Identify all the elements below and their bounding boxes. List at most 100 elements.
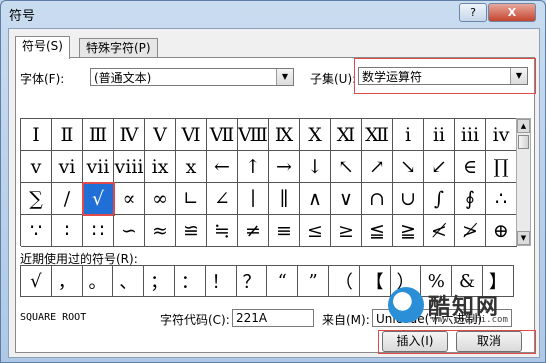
symbol-cell[interactable]: ⅶ: [83, 151, 114, 183]
symbol-cell[interactable]: ∕: [52, 183, 83, 215]
symbol-cell[interactable]: ≥: [331, 215, 362, 247]
help-button[interactable]: ?: [459, 3, 487, 22]
tab-special-characters[interactable]: 特殊字符(P): [79, 38, 158, 58]
watermark-logo-icon: [388, 287, 424, 323]
recent-symbol-cell[interactable]: ！: [206, 266, 237, 296]
font-select[interactable]: (普通文本) ▼: [90, 68, 294, 86]
symbol-cell[interactable]: ⅴ: [21, 151, 52, 183]
symbol-cell[interactable]: ∧: [300, 183, 331, 215]
symbol-cell[interactable]: ←: [207, 151, 238, 183]
symbol-cell[interactable]: ≒: [207, 215, 238, 247]
symbol-cell[interactable]: ∵: [21, 215, 52, 247]
symbol-cell[interactable]: ≧: [393, 215, 424, 247]
symbol-cell[interactable]: ∏: [486, 151, 517, 183]
symbol-cell[interactable]: ≈: [145, 215, 176, 247]
symbol-cell[interactable]: ≯: [455, 215, 486, 247]
symbol-cell[interactable]: ∨: [331, 183, 362, 215]
symbol-cell[interactable]: ≡: [269, 215, 300, 247]
symbol-cell[interactable]: ∥: [269, 183, 300, 215]
symbol-cell[interactable]: ∶: [52, 215, 83, 247]
recent-symbol-cell[interactable]: ”: [298, 266, 329, 296]
symbol-cell[interactable]: ↓: [300, 151, 331, 183]
close-button[interactable]: X: [488, 3, 536, 22]
font-value: (普通文本): [94, 71, 152, 85]
recent-symbol-cell[interactable]: √: [21, 266, 52, 296]
subset-label: 子集(U):: [310, 72, 357, 86]
symbol-cell[interactable]: Ⅹ: [300, 119, 331, 151]
symbol-cell[interactable]: ∑: [21, 183, 52, 215]
recent-symbol-cell[interactable]: ？: [237, 266, 268, 296]
scroll-up-icon[interactable]: ▲: [517, 119, 530, 133]
recent-symbol-cell[interactable]: “: [267, 266, 299, 296]
symbol-cell[interactable]: ⅳ: [486, 119, 517, 151]
chevron-down-icon[interactable]: ▼: [276, 69, 293, 85]
symbol-cell[interactable]: Ⅷ: [238, 119, 269, 151]
symbol-cell[interactable]: ≌: [176, 215, 207, 247]
character-name: SQUARE ROOT: [20, 312, 87, 323]
symbol-cell[interactable]: Ⅰ: [21, 119, 52, 151]
scroll-thumb[interactable]: [518, 135, 529, 149]
symbol-cell[interactable]: ∞: [145, 183, 176, 215]
symbol-cell[interactable]: ∝: [114, 183, 145, 215]
symbol-cell[interactable]: Ⅲ: [83, 119, 114, 151]
symbol-cell[interactable]: ⅰ: [393, 119, 424, 151]
symbol-cell[interactable]: ∪: [393, 183, 424, 215]
char-code-label: 字符代码(C):: [160, 313, 230, 327]
cancel-button[interactable]: 取消: [456, 331, 522, 352]
symbol-cell[interactable]: ⅸ: [145, 151, 176, 183]
symbol-cell[interactable]: Ⅶ: [207, 119, 238, 151]
symbol-cell[interactable]: ↘: [393, 151, 424, 183]
symbol-cell[interactable]: ∟: [176, 183, 207, 215]
char-code-input[interactable]: 221A: [232, 309, 314, 327]
subset-select[interactable]: 数学运算符 ▼: [358, 67, 528, 85]
symbol-cell[interactable]: ⅱ: [424, 119, 455, 151]
recent-symbol-cell[interactable]: ，: [52, 266, 83, 296]
recent-symbol-cell[interactable]: 。: [83, 266, 114, 296]
symbol-cell[interactable]: ⅵ: [52, 151, 83, 183]
symbol-cell[interactable]: ∈: [455, 151, 486, 183]
symbol-cell[interactable]: ∣: [238, 183, 269, 215]
dialog-title: 符号: [9, 9, 36, 24]
symbol-cell[interactable]: ∩: [362, 183, 393, 215]
recent-symbol-cell[interactable]: ：: [175, 266, 206, 296]
symbol-cell[interactable]: ⅹ: [176, 151, 207, 183]
recent-symbol-cell[interactable]: 【: [360, 266, 391, 296]
font-label: 字体(F):: [20, 72, 65, 86]
recent-symbol-cell[interactable]: 、: [113, 266, 145, 296]
symbol-cell[interactable]: ≠: [238, 215, 269, 247]
symbol-cell[interactable]: ↑: [238, 151, 269, 183]
watermark-url: www.coozhi.com: [432, 315, 508, 325]
symbol-cell[interactable]: ∷: [83, 215, 114, 247]
symbol-cell[interactable]: Ⅵ: [176, 119, 207, 151]
symbol-cell[interactable]: Ⅸ: [269, 119, 300, 151]
symbol-cell[interactable]: Ⅱ: [52, 119, 83, 151]
symbol-grid-scrollbar[interactable]: ▲ ▼: [516, 118, 531, 246]
symbol-cell[interactable]: ↖: [331, 151, 362, 183]
symbol-cell[interactable]: ⊕: [486, 215, 517, 247]
scroll-down-icon[interactable]: ▼: [517, 231, 530, 245]
symbol-cell[interactable]: ∠: [207, 183, 238, 215]
symbol-cell[interactable]: ∽: [114, 215, 145, 247]
symbol-cell[interactable]: ∴: [486, 183, 517, 215]
symbol-cell[interactable]: Ⅻ: [362, 119, 393, 151]
symbol-cell[interactable]: ≮: [424, 215, 455, 247]
recent-symbol-cell[interactable]: ；: [144, 266, 175, 296]
symbol-cell[interactable]: ⅷ: [114, 151, 145, 183]
symbol-cell[interactable]: ∮: [455, 183, 486, 215]
symbol-cell-selected[interactable]: √: [82, 182, 115, 216]
tab-symbols[interactable]: 符号(S): [15, 36, 70, 59]
symbol-cell[interactable]: ↗: [362, 151, 393, 183]
symbol-cell[interactable]: Ⅺ: [331, 119, 362, 151]
symbol-cell[interactable]: Ⅳ: [114, 119, 145, 151]
chevron-down-icon[interactable]: ▼: [510, 68, 527, 84]
symbol-cell[interactable]: ⅲ: [455, 119, 486, 151]
watermark: 酷知网 www.coozhi.com: [388, 287, 518, 327]
symbol-cell[interactable]: ≦: [362, 215, 393, 247]
symbol-cell[interactable]: →: [269, 151, 300, 183]
symbol-cell[interactable]: ↙: [424, 151, 455, 183]
symbol-cell[interactable]: ∫: [424, 183, 455, 215]
symbol-cell[interactable]: Ⅴ: [145, 119, 176, 151]
symbol-cell[interactable]: ≤: [300, 215, 331, 247]
insert-button[interactable]: 插入(I): [382, 331, 448, 352]
recent-symbol-cell[interactable]: （: [329, 266, 360, 296]
